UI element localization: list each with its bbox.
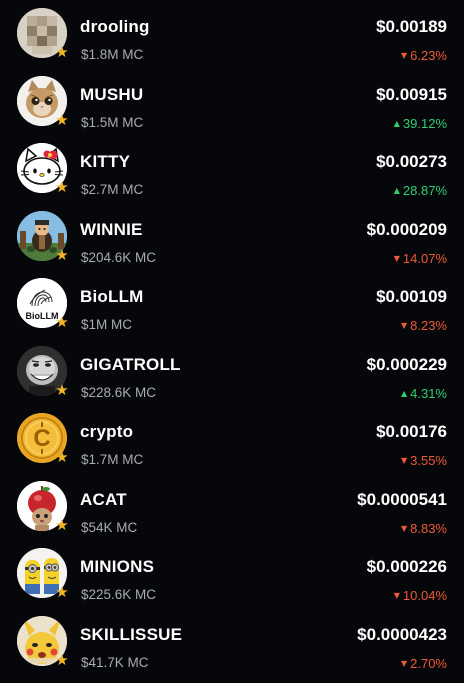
price-change-value: 10.04%	[403, 588, 447, 603]
market-cap: $54K MC	[81, 520, 137, 535]
price-change: ▼10.04%	[394, 588, 447, 603]
token-row-biollm[interactable]: BioLLM ★ BioLLM $1M MC $0.00109 ▼8.23%	[0, 278, 464, 346]
price-change-value: 2.70%	[410, 656, 447, 671]
token-row-drooling[interactable]: ★ drooling $1.8M MC $0.00189 ▼6.23%	[0, 8, 464, 76]
market-cap: $204.6K MC	[81, 250, 156, 265]
price-change: ▲28.87%	[394, 183, 447, 198]
price-change-value: 28.87%	[403, 183, 447, 198]
avatar: ★	[17, 548, 67, 598]
token-price: $0.000209	[367, 220, 447, 240]
price-change-value: 4.31%	[410, 386, 447, 401]
price-change: ▼8.23%	[401, 318, 447, 333]
token-row-minions[interactable]: ★ MINIONS $225.6K MC $0.000226 ▼10.04%	[0, 548, 464, 616]
avatar: ★	[17, 346, 67, 396]
price-change: ▼2.70%	[401, 656, 447, 671]
price-change-value: 39.12%	[403, 116, 447, 131]
price-change: ▲4.31%	[401, 386, 447, 401]
price-change-value: 8.23%	[410, 318, 447, 333]
up-arrow-icon: ▲	[394, 186, 400, 195]
star-icon[interactable]: ★	[54, 652, 70, 668]
token-price: $0.0000423	[357, 625, 447, 645]
down-arrow-icon: ▼	[401, 659, 407, 668]
star-icon[interactable]: ★	[54, 112, 70, 128]
star-icon[interactable]: ★	[54, 584, 70, 600]
token-row-acat[interactable]: ★ ACAT $54K MC $0.0000541 ▼8.83%	[0, 481, 464, 549]
price-change-value: 3.55%	[410, 453, 447, 468]
avatar: ★	[17, 616, 67, 666]
market-cap: $1.5M MC	[81, 115, 143, 130]
token-row-mushu[interactable]: ★ MUSHU $1.5M MC $0.00915 ▲39.12%	[0, 76, 464, 144]
market-cap: $1.8M MC	[81, 47, 143, 62]
down-arrow-icon: ▼	[401, 524, 407, 533]
price-change: ▲39.12%	[394, 116, 447, 131]
token-row-gigatroll[interactable]: ★ GIGATROLL $228.6K MC $0.000229 ▲4.31%	[0, 346, 464, 414]
price-change: ▼8.83%	[401, 521, 447, 536]
token-name: ACAT	[80, 490, 127, 510]
svg-text:C: C	[33, 425, 50, 452]
market-cap: $1.7M MC	[81, 452, 143, 467]
token-price: $0.00189	[376, 17, 447, 37]
token-name: KITTY	[80, 152, 130, 172]
up-arrow-icon: ▲	[394, 119, 400, 128]
token-price: $0.00273	[376, 152, 447, 172]
market-cap: $228.6K MC	[81, 385, 156, 400]
avatar: BioLLM ★	[17, 278, 67, 328]
star-icon[interactable]: ★	[54, 449, 70, 465]
token-name: SKILLISSUE	[80, 625, 182, 645]
token-name: crypto	[80, 422, 133, 442]
token-row-skillissue[interactable]: ★ SKILLISSUE $41.7K MC $0.0000423 ▼2.70%	[0, 616, 464, 683]
market-cap: $2.7M MC	[81, 182, 143, 197]
star-icon[interactable]: ★	[54, 517, 70, 533]
token-price: $0.00915	[376, 85, 447, 105]
token-name: drooling	[80, 17, 150, 37]
star-icon[interactable]: ★	[54, 247, 70, 263]
token-name: WINNIE	[80, 220, 143, 240]
down-arrow-icon: ▼	[401, 456, 407, 465]
token-name: MINIONS	[80, 557, 154, 577]
avatar: ★	[17, 481, 67, 531]
down-arrow-icon: ▼	[401, 321, 407, 330]
star-icon[interactable]: ★	[54, 44, 70, 60]
avatar: ★	[17, 211, 67, 261]
token-price: $0.00109	[376, 287, 447, 307]
down-arrow-icon: ▼	[401, 51, 407, 60]
token-name: MUSHU	[80, 85, 143, 105]
star-icon[interactable]: ★	[54, 382, 70, 398]
avatar: ★	[17, 76, 67, 126]
market-cap: $41.7K MC	[81, 655, 149, 670]
token-row-kitty[interactable]: ★ KITTY $2.7M MC $0.00273 ▲28.87%	[0, 143, 464, 211]
market-cap: $1M MC	[81, 317, 132, 332]
down-arrow-icon: ▼	[394, 254, 400, 263]
token-name: BioLLM	[80, 287, 144, 307]
up-arrow-icon: ▲	[401, 389, 407, 398]
token-price: $0.000229	[367, 355, 447, 375]
down-arrow-icon: ▼	[394, 591, 400, 600]
price-change: ▼3.55%	[401, 453, 447, 468]
token-row-winnie[interactable]: ★ WINNIE $204.6K MC $0.000209 ▼14.07%	[0, 211, 464, 279]
token-price: $0.000226	[367, 557, 447, 577]
price-change: ▼14.07%	[394, 251, 447, 266]
token-price: $0.00176	[376, 422, 447, 442]
market-cap: $225.6K MC	[81, 587, 156, 602]
price-change: ▼6.23%	[401, 48, 447, 63]
token-list: ★ drooling $1.8M MC $0.00189 ▼6.23%	[0, 0, 464, 680]
token-name: GIGATROLL	[80, 355, 181, 375]
avatar: C ★	[17, 413, 67, 463]
avatar: ★	[17, 8, 67, 58]
avatar: ★	[17, 143, 67, 193]
token-price: $0.0000541	[357, 490, 447, 510]
star-icon[interactable]: ★	[54, 179, 70, 195]
token-row-crypto[interactable]: C ★ crypto $1.7M MC $0.00176 ▼3.55%	[0, 413, 464, 481]
price-change-value: 14.07%	[403, 251, 447, 266]
price-change-value: 6.23%	[410, 48, 447, 63]
price-change-value: 8.83%	[410, 521, 447, 536]
star-icon[interactable]: ★	[54, 314, 70, 330]
